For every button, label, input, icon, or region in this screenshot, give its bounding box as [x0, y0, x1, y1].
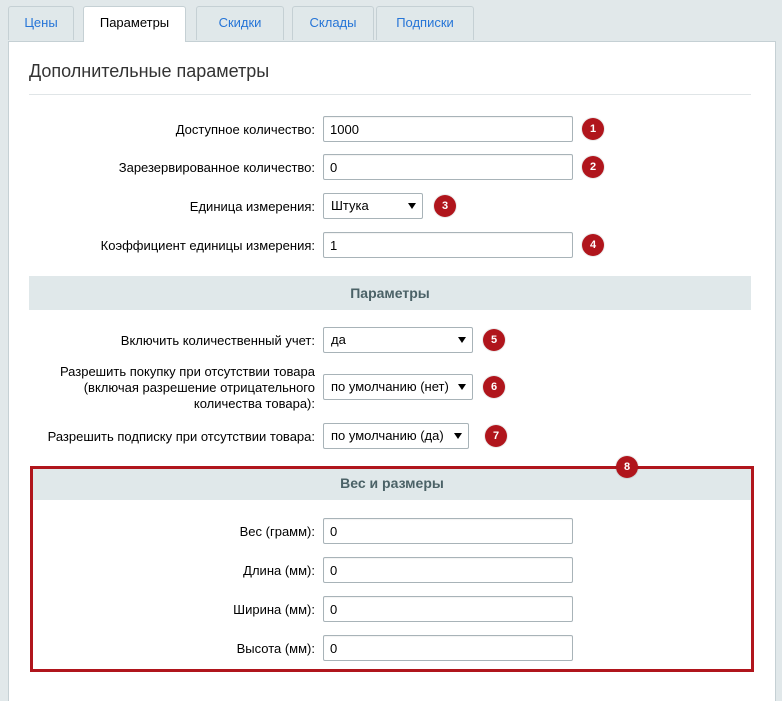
width-label: Ширина (мм):: [233, 602, 315, 617]
params-section-header: Параметры: [29, 276, 751, 310]
parameters-panel: Дополнительные параметры Доступное колич…: [8, 41, 776, 701]
section-title: Дополнительные параметры: [29, 61, 270, 81]
quantity-trace-label: Включить количественный учет:: [120, 333, 315, 348]
height-input[interactable]: [323, 635, 573, 661]
chevron-down-icon: [458, 337, 466, 343]
tab-parameters[interactable]: Параметры: [83, 6, 186, 42]
title-divider: [29, 94, 751, 95]
quantity-trace-value: да: [331, 332, 346, 347]
width-input[interactable]: [323, 596, 573, 622]
callout-badge-2: 2: [582, 156, 604, 178]
available-qty-label: Доступное количество:: [175, 122, 315, 137]
height-label: Высота (мм):: [236, 641, 315, 656]
unit-select-value: Штука: [331, 198, 369, 213]
chevron-down-icon: [458, 384, 466, 390]
reserved-qty-label: Зарезервированное количество:: [118, 160, 315, 175]
callout-badge-5: 5: [483, 329, 505, 351]
callout-badge-7: 7: [485, 425, 507, 447]
can-buy-zero-label: Разрешить покупку при отсутствии товара …: [59, 364, 315, 411]
unit-label: Единица измерения:: [189, 199, 315, 214]
tab-discounts[interactable]: Скидки: [196, 6, 284, 40]
callout-badge-1: 1: [582, 118, 604, 140]
subscribe-select[interactable]: по умолчанию (да): [323, 423, 469, 449]
subscribe-label: Разрешить подписку при отсутствии товара…: [47, 429, 315, 444]
chevron-down-icon: [408, 203, 416, 209]
available-qty-input[interactable]: [323, 116, 573, 142]
callout-badge-8: 8: [616, 456, 638, 478]
callout-badge-3: 3: [434, 195, 456, 217]
subscribe-value: по умолчанию (да): [331, 428, 444, 443]
chevron-down-icon: [454, 433, 462, 439]
unit-select[interactable]: Штука: [323, 193, 423, 219]
dimensions-section-header: Вес и размеры: [30, 466, 754, 500]
can-buy-zero-select[interactable]: по умолчанию (нет): [323, 374, 473, 400]
reserved-qty-input[interactable]: [323, 154, 573, 180]
length-input[interactable]: [323, 557, 573, 583]
can-buy-zero-value: по умолчанию (нет): [331, 379, 449, 394]
tab-prices[interactable]: Цены: [8, 6, 74, 40]
unit-ratio-input[interactable]: [323, 232, 573, 258]
quantity-trace-select[interactable]: да: [323, 327, 473, 353]
weight-input[interactable]: [323, 518, 573, 544]
weight-label: Вес (грамм):: [239, 524, 315, 539]
tab-warehouses[interactable]: Склады: [292, 6, 374, 40]
unit-ratio-label: Коэффициент единицы измерения:: [100, 238, 315, 253]
callout-badge-4: 4: [582, 234, 604, 256]
tab-subscriptions[interactable]: Подписки: [376, 6, 474, 40]
length-label: Длина (мм):: [243, 563, 315, 578]
callout-badge-6: 6: [483, 376, 505, 398]
